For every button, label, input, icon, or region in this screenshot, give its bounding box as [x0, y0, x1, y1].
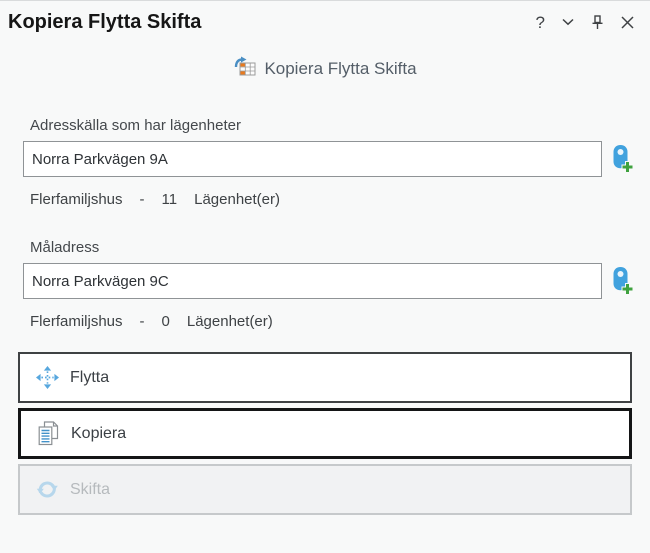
panel-header: Kopiera Flytta Skifta	[0, 57, 650, 81]
source-info-row: Flerfamiljshus - 11 Lägenhet(er)	[30, 191, 650, 209]
target-address-input[interactable]	[23, 263, 602, 299]
target-apartment-count: 0	[162, 313, 170, 331]
table-move-icon	[233, 56, 257, 82]
target-address-row	[23, 263, 650, 299]
panel-titlebar: Kopiera Flytta Skifta ?	[0, 1, 650, 43]
move-arrows-icon	[35, 366, 59, 389]
source-apartment-count: 11	[162, 191, 178, 209]
target-info-row: Flerfamiljshus - 0 Lägenhet(er)	[30, 313, 650, 331]
target-unit-label: Lägenhet(er)	[187, 313, 273, 331]
target-building-type: Flerfamiljshus	[30, 313, 123, 331]
target-address-label: Måladress	[30, 239, 650, 257]
add-location-icon[interactable]	[610, 143, 634, 175]
panel-title: Kopiera Flytta Skifta	[8, 11, 201, 34]
close-icon[interactable]	[621, 16, 634, 29]
action-buttons: Flytta Kopiera Skifta	[18, 352, 632, 515]
pin-icon[interactable]	[591, 15, 604, 30]
move-button[interactable]: Flytta	[18, 352, 632, 403]
shift-button-label: Skifta	[70, 481, 110, 499]
separator: -	[140, 191, 145, 209]
source-address-row	[23, 141, 650, 177]
add-location-icon[interactable]	[610, 265, 634, 297]
chevron-down-icon[interactable]	[562, 18, 574, 26]
shift-button: Skifta	[18, 464, 632, 515]
copy-icon	[36, 421, 60, 446]
help-icon[interactable]: ?	[536, 14, 545, 31]
titlebar-icons: ?	[536, 14, 634, 31]
swap-refresh-icon	[35, 479, 59, 500]
source-building-type: Flerfamiljshus	[30, 191, 123, 209]
move-button-label: Flytta	[70, 369, 109, 387]
copy-button-label: Kopiera	[71, 425, 126, 443]
source-address-label: Adresskälla som har lägenheter	[30, 117, 650, 135]
panel-header-title: Kopiera Flytta Skifta	[264, 59, 416, 79]
source-unit-label: Lägenhet(er)	[194, 191, 280, 209]
copy-button[interactable]: Kopiera	[18, 408, 632, 459]
separator: -	[140, 313, 145, 331]
source-address-input[interactable]	[23, 141, 602, 177]
